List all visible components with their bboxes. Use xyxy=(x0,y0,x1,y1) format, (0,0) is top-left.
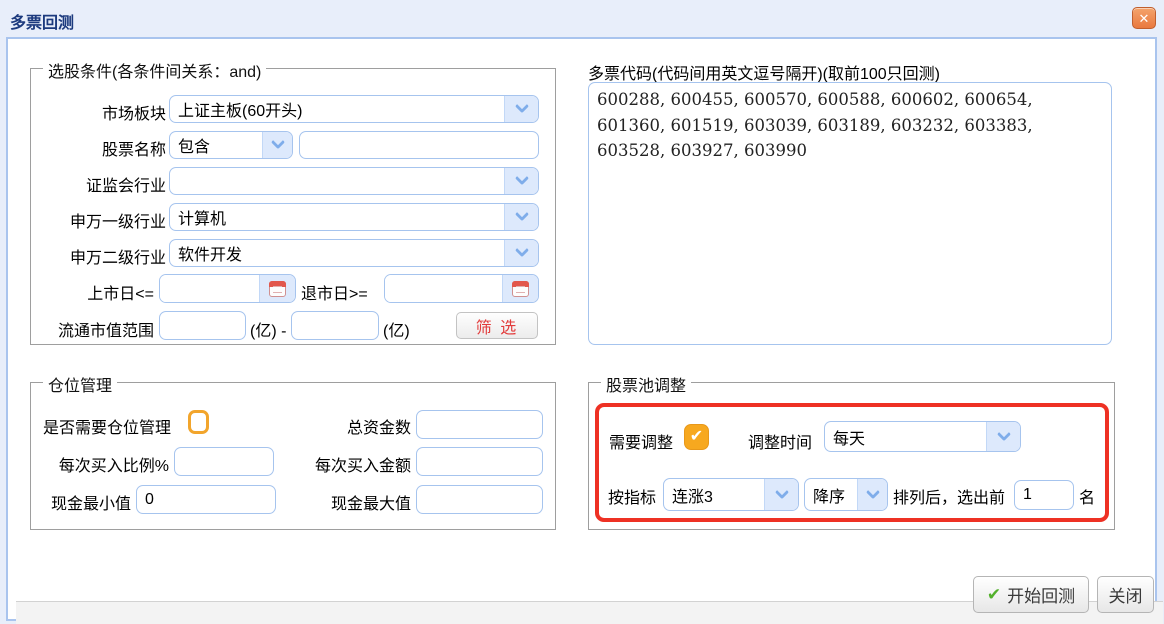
buy-amount-label: 每次买入金额 xyxy=(303,452,411,476)
stock-name-label: 股票名称 xyxy=(41,136,166,160)
position-mgmt-group: 仓位管理 是否需要仓位管理 ✔ 总资金数 每次买入比例% 每次买入金额 现金最小… xyxy=(30,382,556,530)
sw-level1-value: 计算机 xyxy=(170,204,504,230)
position-mgmt-legend: 仓位管理 xyxy=(43,372,117,396)
stock-name-input[interactable] xyxy=(299,131,539,159)
market-cap-unit2: (亿) xyxy=(383,317,410,341)
backtest-dialog: 多票回测 ✕ 选股条件(各条件间关系：and) 市场板块 上证主板(60开头) … xyxy=(0,0,1164,624)
indicator-select[interactable]: 连涨3 xyxy=(663,478,799,511)
start-backtest-button[interactable]: ✔ 开始回测 xyxy=(973,576,1089,613)
rank-suffix: 名 xyxy=(1079,484,1095,508)
chevron-down-icon xyxy=(262,132,292,158)
csrc-industry-value xyxy=(170,168,504,194)
rank-text: 排列后，选出前 xyxy=(893,484,1005,508)
total-funds-label: 总资金数 xyxy=(341,414,411,438)
filter-button[interactable]: 筛 选 xyxy=(456,312,538,339)
chevron-down-icon xyxy=(504,240,538,266)
close-icon: ✕ xyxy=(1139,12,1150,25)
dialog-close-button[interactable]: ✕ xyxy=(1132,7,1156,29)
market-cap-min-input[interactable] xyxy=(159,311,246,340)
start-backtest-label: 开始回测 xyxy=(1007,582,1075,607)
listing-date-input[interactable] xyxy=(160,275,259,302)
cash-max-input[interactable] xyxy=(416,485,543,514)
csrc-industry-label: 证监会行业 xyxy=(41,172,166,196)
market-cap-unit1: (亿) - xyxy=(250,317,286,341)
csrc-industry-select[interactable] xyxy=(169,167,539,195)
buy-amount-input[interactable] xyxy=(416,447,543,476)
codes-label: 多票代码(代码间用英文逗号隔开)(取前100只回测) xyxy=(588,60,940,84)
adjust-time-label: 调整时间 xyxy=(748,429,812,453)
stock-name-operator-select[interactable]: 包含 xyxy=(169,131,293,159)
cash-min-label: 现金最小值 xyxy=(43,490,131,514)
chevron-down-icon xyxy=(986,422,1020,451)
buy-ratio-label: 每次买入比例% xyxy=(43,452,169,476)
adjust-time-select[interactable]: 每天 xyxy=(824,421,1021,452)
listing-date-field[interactable] xyxy=(159,274,296,303)
calendar-glyph xyxy=(269,281,286,297)
market-board-value: 上证主板(60开头) xyxy=(170,96,504,122)
market-cap-max-input[interactable] xyxy=(291,311,379,340)
codes-textarea[interactable]: 600288, 600455, 600570, 600588, 600602, … xyxy=(588,82,1112,345)
pool-adjust-legend: 股票池调整 xyxy=(601,372,691,396)
dialog-title: 多票回测 xyxy=(10,9,74,33)
sw-level1-label: 申万一级行业 xyxy=(41,208,166,232)
total-funds-input[interactable] xyxy=(416,410,543,439)
need-adjust-label: 需要调整 xyxy=(609,429,673,453)
sort-order-value: 降序 xyxy=(805,479,857,510)
stock-filter-group: 选股条件(各条件间关系：and) 市场板块 上证主板(60开头) 股票名称 包含… xyxy=(30,68,556,345)
calendar-icon[interactable] xyxy=(259,275,295,302)
stock-filter-legend: 选股条件(各条件间关系：and) xyxy=(43,58,266,82)
stock-name-operator-value: 包含 xyxy=(170,132,262,158)
cash-max-label: 现金最大值 xyxy=(316,490,411,514)
delisting-date-label: 退市日>= xyxy=(301,280,368,304)
check-icon: ✔ xyxy=(690,429,703,445)
need-position-mgmt-checkbox[interactable]: ✔ xyxy=(188,410,209,434)
market-cap-label: 流通市值范围 xyxy=(41,317,154,341)
sw-level2-select[interactable]: 软件开发 xyxy=(169,239,539,267)
filter-button-label: 筛 选 xyxy=(476,314,518,338)
chevron-down-icon xyxy=(764,479,798,510)
chevron-down-icon xyxy=(504,168,538,194)
market-board-label: 市场板块 xyxy=(41,100,166,124)
chevron-down-icon xyxy=(857,479,887,510)
calendar-icon[interactable] xyxy=(502,275,538,302)
need-position-mgmt-label: 是否需要仓位管理 xyxy=(43,414,171,438)
delisting-date-input[interactable] xyxy=(385,275,502,302)
sw-level1-select[interactable]: 计算机 xyxy=(169,203,539,231)
cash-min-input[interactable] xyxy=(136,485,276,514)
indicator-label: 按指标 xyxy=(608,484,656,508)
delisting-date-field[interactable] xyxy=(384,274,539,303)
chevron-down-icon xyxy=(504,96,538,122)
sw-level2-value: 软件开发 xyxy=(170,240,504,266)
sort-order-select[interactable]: 降序 xyxy=(804,478,888,511)
close-button-label: 关闭 xyxy=(1109,582,1143,607)
pool-adjust-group: 股票池调整 需要调整 ✔ 调整时间 每天 按指标 连涨3 降序 排列后，选出前 … xyxy=(588,382,1115,530)
close-button[interactable]: 关闭 xyxy=(1097,576,1154,613)
need-adjust-checkbox[interactable]: ✔ xyxy=(684,424,709,450)
sw-level2-label: 申万二级行业 xyxy=(41,244,166,268)
buy-ratio-input[interactable] xyxy=(174,447,274,476)
indicator-value: 连涨3 xyxy=(664,479,764,510)
chevron-down-icon xyxy=(504,204,538,230)
calendar-glyph xyxy=(512,281,529,297)
market-board-select[interactable]: 上证主板(60开头) xyxy=(169,95,539,123)
listing-date-label: 上市日<= xyxy=(41,280,154,304)
adjust-time-value: 每天 xyxy=(825,422,986,451)
rank-input[interactable] xyxy=(1014,480,1074,510)
green-check-icon: ✔ xyxy=(987,586,1001,603)
